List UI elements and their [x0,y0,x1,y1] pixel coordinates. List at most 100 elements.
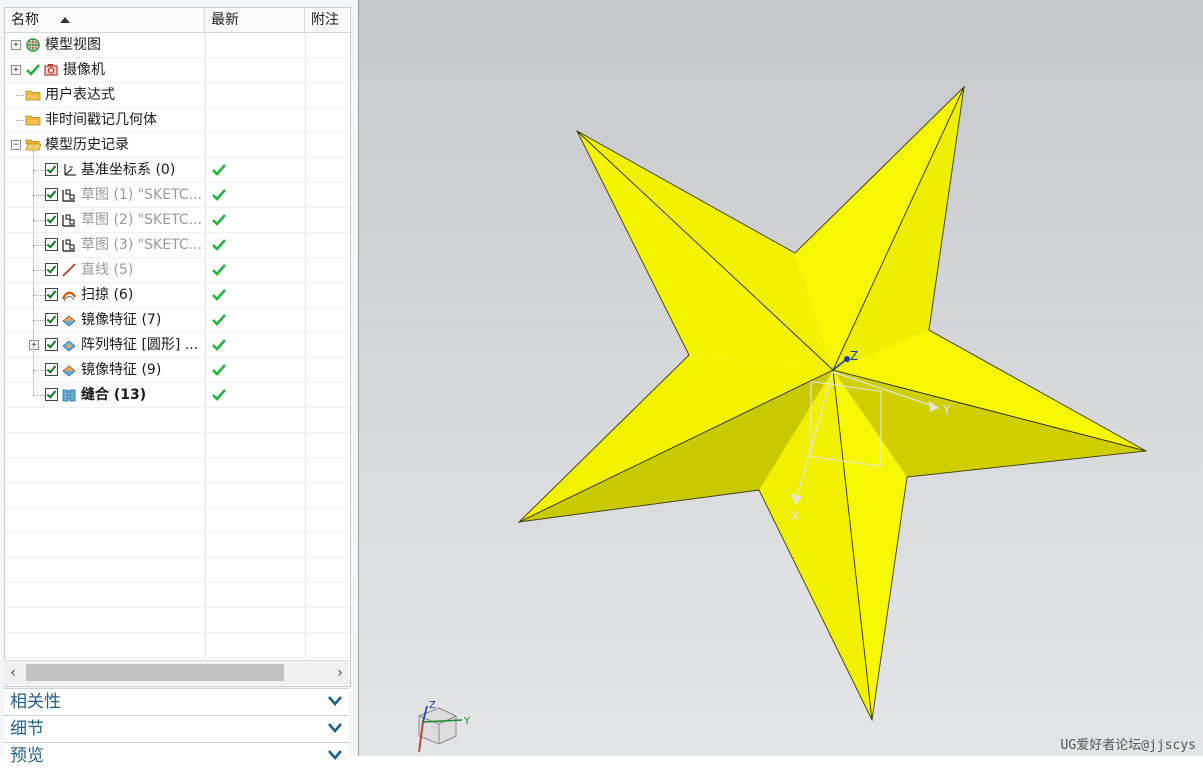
up-to-date-check-icon [212,214,226,226]
empty-row [5,433,350,458]
tree-row-label: 草图 (1) "SKETC... [81,187,202,203]
empty-row [5,608,350,633]
up-to-date-check-icon [212,389,226,401]
up-to-date-check-icon [212,289,226,301]
tree-row-label: 模型视图 [45,37,101,53]
feature-checkbox[interactable] [45,338,58,351]
part-navigator: 名称 最新 附注 + 模型视图 + 摄像机 用户表达式 非时间戳记几何体 − 模… [0,0,358,769]
panel-preview-label: 预览 [10,746,44,766]
expand-icon[interactable]: + [11,40,21,50]
up-to-date-check-icon [212,339,226,351]
empty-row [5,508,350,533]
pattern-feature-icon [62,340,76,352]
checkmark-icon [26,64,40,76]
tree-row-label: 基准坐标系 (0) [81,162,176,178]
up-to-date-check-icon [212,164,226,176]
up-to-date-check-icon [212,189,226,201]
feature-checkbox[interactable] [45,288,58,301]
scroll-right-icon[interactable]: › [331,661,349,685]
column-header-note[interactable]: 附注 [305,8,350,32]
scrollbar-thumb[interactable] [26,664,284,681]
tree-row-label: 草图 (2) "SKETC... [81,212,202,228]
tree-row-mirror-feature-7[interactable]: 镜像特征 (7) [5,296,350,333]
feature-checkbox[interactable] [45,238,58,251]
triad-y-label: Y [463,716,471,727]
scroll-left-icon[interactable]: ‹ [4,661,22,685]
tree-row-pattern-feature[interactable]: + 阵列特征 [圆形] ... [5,321,350,358]
mirror-feature-icon [62,315,76,327]
feature-checkbox[interactable] [45,163,58,176]
up-to-date-check-icon [212,364,226,376]
tree-row-sketch-3[interactable]: 草图 (3) "SKETC... [5,221,350,258]
tree-header: 名称 最新 附注 [5,8,350,33]
tree-row-label: 非时间戳记几何体 [45,112,157,128]
tree-row-sketch-2[interactable]: 草图 (2) "SKETC... [5,196,350,233]
empty-row [5,458,350,483]
x-axis-label: X [791,509,799,523]
sweep-icon [61,291,76,302]
empty-row [5,633,350,658]
tree-row-label: 镜像特征 (9) [81,362,162,378]
expand-icon[interactable]: + [29,340,39,350]
forum-watermark: UG爱好者论坛@jjscys [1060,738,1196,753]
chevron-down-icon [328,723,342,733]
tree-row-sketch-1[interactable]: 草图 (1) "SKETC... [5,171,350,208]
tree-row-non-timestamp-geometry[interactable]: 非时间戳记几何体 [5,108,350,133]
mirror-feature-icon [62,365,76,377]
feature-checkbox[interactable] [45,388,58,401]
tree-row-camera[interactable]: + 摄像机 [5,58,350,83]
tree-row-mirror-feature-9[interactable]: 镜像特征 (9) [5,346,350,383]
panel-dependencies[interactable]: 相关性 [4,688,349,715]
graphics-viewport[interactable]: Z Y X Z Y UG爱好者论坛@jjscys [358,0,1203,756]
empty-row [5,558,350,583]
star-model-scene[interactable]: Z Y X Z Y [359,0,1203,756]
camera-icon [44,64,58,76]
z-axis-label: Z [850,349,858,363]
triad-z-label: Z [429,700,436,711]
empty-row [5,533,350,558]
expand-icon[interactable]: + [11,65,21,75]
tree-row-sweep[interactable]: 扫掠 (6) [5,271,350,308]
folder-icon [25,115,41,126]
column-header-name[interactable]: 名称 [5,8,205,32]
feature-checkbox[interactable] [45,188,58,201]
folder-icon [25,90,41,101]
sketch-icon [62,214,75,227]
star-solid[interactable] [517,85,1148,722]
sew-icon [62,389,76,402]
tree-row-label: 直线 (5) [81,262,134,278]
tree-row-label: 镜像特征 (7) [81,312,162,328]
column-name-label: 名称 [11,12,39,28]
chevron-down-icon [328,696,342,706]
up-to-date-check-icon [212,314,226,326]
feature-checkbox[interactable] [45,263,58,276]
view-triad[interactable]: Z Y [418,700,471,753]
column-header-latest[interactable]: 最新 [205,8,305,32]
sketch-icon [62,239,75,252]
feature-checkbox[interactable] [45,363,58,376]
tree-row-model-views[interactable]: + 模型视图 [5,33,350,58]
tree-row-label: 扫掠 (6) [81,287,134,303]
feature-checkbox[interactable] [45,213,58,226]
column-note-label: 附注 [311,12,339,28]
tree-row-label: 摄像机 [63,62,105,78]
tree-row-user-expressions[interactable]: 用户表达式 [5,83,350,108]
tree-row-datum-csys[interactable]: 基准坐标系 (0) [5,146,350,183]
panel-details[interactable]: 细节 [4,715,349,742]
horizontal-scrollbar[interactable]: ‹ › [4,660,349,685]
tree-row-model-history[interactable]: − 模型历史记录 [5,133,350,158]
tree-row-sew[interactable]: 缝合 (13) [5,371,350,408]
line-icon [62,263,76,277]
model-views-icon [26,38,40,52]
tree-row-line[interactable]: 直线 (5) [5,246,350,283]
feature-checkbox[interactable] [45,313,58,326]
collapse-icon[interactable]: − [11,140,21,150]
sketch-icon [62,189,75,202]
tree-row-label: 缝合 (13) [81,387,147,403]
tree-row-label: 阵列特征 [圆形] ... [81,337,199,353]
tree-row-label: 草图 (3) "SKETC... [81,237,202,253]
empty-row [5,583,350,608]
tree-row-label: 模型历史记录 [45,137,129,153]
panel-details-label: 细节 [10,719,44,739]
datum-csys-icon [64,164,76,176]
